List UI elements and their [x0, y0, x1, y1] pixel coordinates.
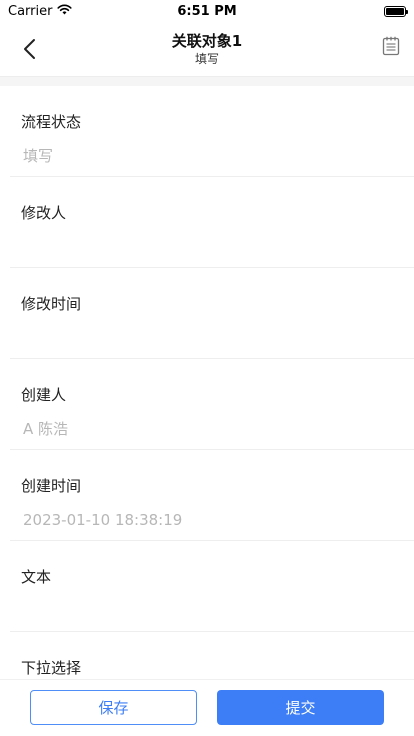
nav-bar: 关联对象1 填写: [0, 22, 414, 77]
notebook-icon: [382, 36, 400, 56]
submit-button[interactable]: 提交: [217, 690, 384, 725]
field-value: [21, 237, 414, 257]
screen: Carrier 6:51 PM 关联对象1 填写 流程状态 填写 修改人 修改时…: [0, 0, 414, 736]
field-text[interactable]: 文本: [10, 541, 414, 632]
field-label: 下拉选择: [21, 659, 82, 677]
field-label: 文本: [21, 568, 52, 586]
field-dropdown-select[interactable]: 下拉选择: [10, 632, 414, 680]
field-label: 流程状态: [21, 113, 82, 131]
field-modifier[interactable]: 修改人: [10, 177, 414, 268]
save-button[interactable]: 保存: [30, 690, 197, 725]
field-created-time[interactable]: 创建时间 2023-01-10 18:38:19: [10, 450, 414, 541]
field-value: [21, 328, 414, 348]
field-creator[interactable]: 创建人 A 陈浩: [10, 359, 414, 450]
bottom-action-bar: 保存 提交: [0, 679, 414, 736]
field-label: 修改时间: [21, 295, 82, 313]
field-label: 创建时间: [21, 477, 82, 495]
back-button[interactable]: [14, 34, 44, 64]
field-label: 创建人: [21, 386, 67, 404]
carrier-label: Carrier: [8, 3, 53, 19]
page-title: 关联对象1: [171, 32, 243, 50]
field-value: 2023-01-10 18:38:19: [23, 511, 183, 529]
field-value: [21, 601, 414, 621]
form: 流程状态 填写 修改人 修改时间 创建人 A 陈浩 创建时间 2023-01-1…: [0, 86, 414, 680]
field-process-status[interactable]: 流程状态 填写: [10, 86, 414, 177]
chevron-left-icon: [24, 39, 35, 59]
status-bar: Carrier 6:51 PM: [0, 0, 414, 22]
nav-titles: 关联对象1 填写: [172, 31, 242, 67]
field-modified-time[interactable]: 修改时间: [10, 268, 414, 359]
field-value: A 陈浩: [23, 420, 69, 438]
status-left: Carrier: [8, 3, 73, 19]
notebook-button[interactable]: [382, 36, 404, 60]
header-divider: [0, 77, 414, 86]
page-subtitle: 填写: [194, 52, 219, 66]
battery-icon: [384, 5, 408, 17]
wifi-icon: [57, 4, 73, 19]
field-value: 填写: [23, 147, 54, 165]
field-label: 修改人: [21, 204, 67, 222]
